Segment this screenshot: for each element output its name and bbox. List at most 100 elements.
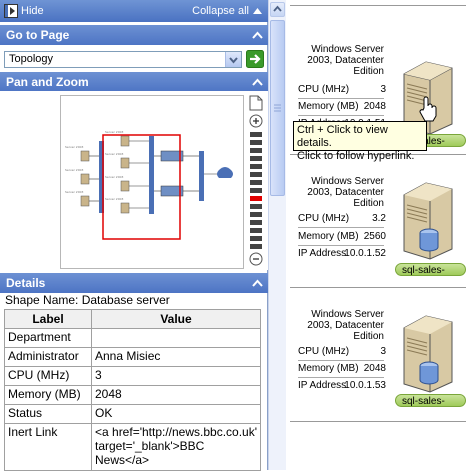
page-fit-icon [249,95,263,111]
goto-page-header[interactable]: Go to Page [0,25,268,45]
table-row: Department [4,328,261,348]
cpu-label: CPU (MHz) [298,346,350,357]
diagram-preview: Server 2003 Server 2003 Server 2003 Server… [65,130,233,240]
ip-value: 10.0.1.53 [344,380,386,391]
database-server-icon [403,182,453,260]
zoom-controls [246,95,266,267]
ip-row: IP Address 10.0.1.52 [298,245,386,262]
scroll-up-arrow-icon [273,5,282,12]
top-bar: Hide Collapse all [0,0,268,22]
memory-label: Memory (MB) [298,363,359,374]
row-label: CPU (MHz) [4,366,92,386]
row-label: Department [4,328,92,348]
os-line: Edition [353,198,384,209]
row-value: 2048 [91,385,261,405]
svg-text:Server 2003: Server 2003 [65,168,84,172]
hide-button[interactable]: Hide [4,4,44,18]
pan-zoom-title: Pan and Zoom [6,75,89,89]
hide-label: Hide [21,5,44,17]
server-os-title: Windows Server 2003, Datacenter Edition [284,176,384,209]
memory-label: Memory (MB) [298,101,359,112]
os-line: 2003, Datacenter [307,320,384,331]
column-header-value: Value [91,309,261,329]
memory-label: Memory (MB) [298,231,359,242]
scrollbar-thumb[interactable] [270,20,285,196]
diagram-thumbnail[interactable]: Server 2003 Server 2003 Server 2003 Server… [60,95,244,269]
chevron-up-icon [252,78,263,86]
collapse-up-icon [253,8,262,14]
cpu-label: CPU (MHz) [298,84,350,95]
svg-text:Server 2003: Server 2003 [105,197,124,201]
cpu-label: CPU (MHz) [298,213,350,224]
os-line: Edition [353,331,384,342]
memory-row: Memory (MB) 2048 [298,98,386,116]
server-name-tag[interactable]: sql-sales- [395,263,466,276]
shape-name: Shape Name: Database server [5,293,170,307]
go-arrow-icon[interactable] [246,50,264,68]
row-value: 3 [91,366,261,386]
row-value: <a href='http://news.bbc.co.uk' target='… [91,423,261,471]
table-row: CPU (MHz) 3 [4,366,261,386]
collapse-all-button[interactable]: Collapse all [192,4,262,18]
card-divider [290,421,466,422]
hover-tooltip: Ctrl + Click to view details. Click to f… [293,121,427,162]
details-table: Label Value Department Administrator Ann… [4,309,261,471]
hand-cursor-icon [419,96,437,122]
ip-label: IP Address [298,380,347,391]
os-line: 2003, Datacenter [307,55,384,66]
tooltip-line: Click to follow hyperlink. [297,150,415,162]
os-line: Windows Server [311,309,384,320]
os-line: Windows Server [311,44,384,55]
svg-text:Server 2003: Server 2003 [65,145,84,149]
tooltip-line: Ctrl + Click to view details. [297,124,388,149]
server-name-tag[interactable]: sql-sales- [395,394,466,407]
chevron-up-icon [252,31,263,39]
row-label: Inert Link [4,423,92,471]
cpu-row: CPU (MHz) 3.2 [298,210,386,228]
grip-icon [274,104,281,112]
dropdown-arrow-icon[interactable] [225,52,241,67]
memory-value: 2048 [363,101,386,112]
hide-panel-icon [4,4,18,18]
row-label: Status [4,404,92,424]
pan-zoom-header[interactable]: Pan and Zoom [0,72,268,92]
ip-row: IP Address 10.0.1.53 [298,377,386,394]
cpu-row: CPU (MHz) 3 [298,343,386,361]
scroll-up-button[interactable] [270,2,285,17]
details-title: Details [6,276,46,290]
os-line: Windows Server [311,176,384,187]
svg-text:Server 2003: Server 2003 [65,190,84,194]
cpu-value: 3 [380,84,386,95]
table-header-row: Label Value [4,309,261,329]
table-row: Memory (MB) 2048 [4,385,261,405]
svg-text:Server 2003: Server 2003 [105,152,124,156]
ip-value: 10.0.1.52 [344,248,386,259]
memory-value: 2048 [363,363,386,374]
server-os-title: Windows Server 2003, Datacenter Edition [284,44,384,77]
cpu-value: 3 [380,346,386,357]
zoom-level-bars [250,132,262,249]
details-header[interactable]: Details [0,273,268,293]
row-value: OK [91,404,261,424]
chevron-up-icon [252,279,263,287]
row-label: Administrator [4,347,92,367]
table-row: Status OK [4,404,261,424]
page-select[interactable]: Topology [4,51,242,68]
cpu-value: 3.2 [372,213,386,224]
memory-row: Memory (MB) 2048 [298,360,386,378]
os-line: Edition [353,66,384,77]
cpu-row: CPU (MHz) 3 [298,81,386,99]
zoom-in-icon [249,114,263,128]
table-row: Inert Link <a href='http://news.bbc.co.u… [4,423,261,471]
goto-page-title: Go to Page [6,28,70,42]
page-select-value: Topology [9,53,54,65]
column-header-label: Label [4,309,92,329]
server-os-title: Windows Server 2003, Datacenter Edition [284,309,384,342]
row-value: Anna Misiec [91,347,261,367]
os-line: 2003, Datacenter [307,187,384,198]
ip-label: IP Address [298,248,347,259]
memory-row: Memory (MB) 2560 [298,228,386,246]
collapse-all-label: Collapse all [192,5,249,17]
svg-text:Server 2003: Server 2003 [105,175,124,179]
row-value [91,328,261,348]
